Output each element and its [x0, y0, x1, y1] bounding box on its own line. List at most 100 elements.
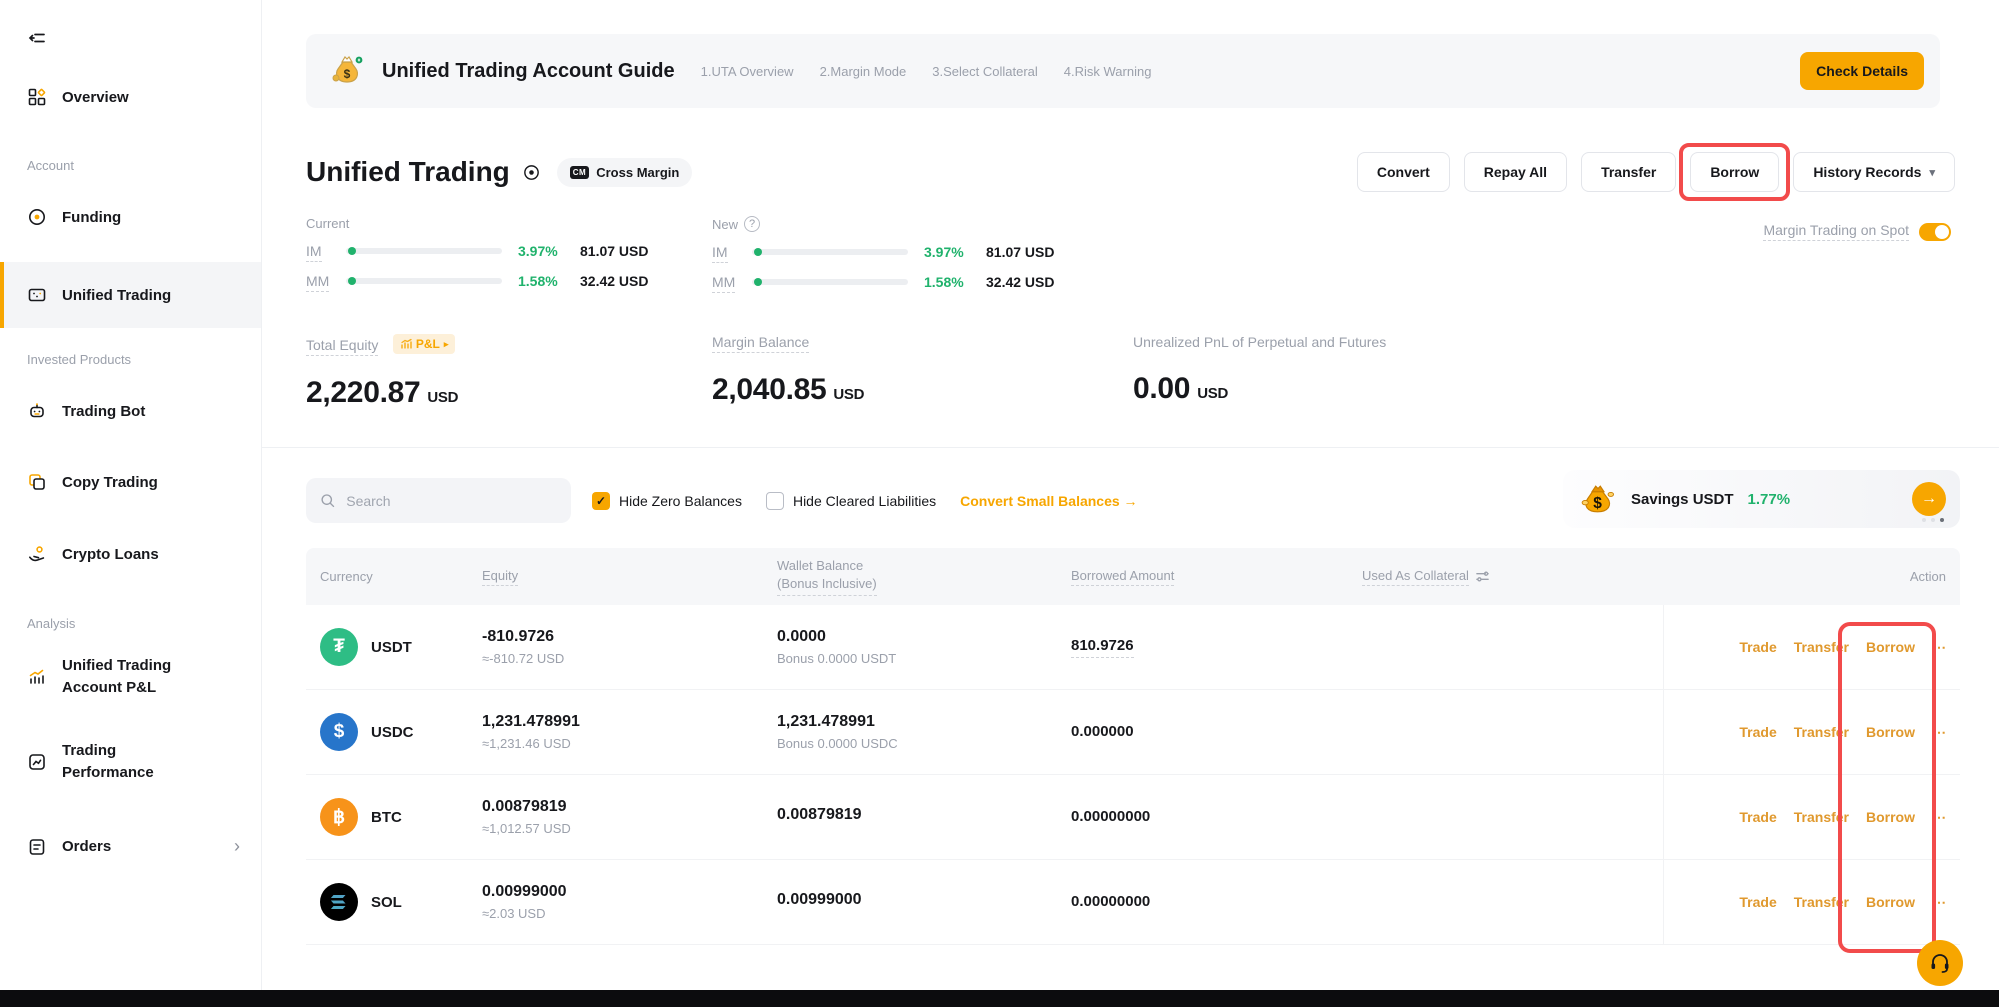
sidebar-item-unified-trading[interactable]: Unified Trading [0, 262, 261, 328]
margin-metrics: Current IM 3.97% 81.07 USD MM 1.58% 32.4… [306, 216, 1074, 292]
metrics-current: Current IM 3.97% 81.07 USD MM 1.58% 32.4… [306, 216, 668, 292]
mm-usd: 32.42 USD [986, 274, 1054, 290]
currency-symbol: USDC [371, 724, 414, 741]
chevron-right-icon: › [234, 836, 240, 857]
collapse-sidebar-icon [27, 28, 47, 48]
guide-step-1[interactable]: 1.UTA Overview [701, 64, 794, 79]
sidebar-item-copy-trading[interactable]: Copy Trading [0, 472, 261, 492]
im-usd: 81.07 USD [580, 243, 648, 259]
total-equity-value: 2,220.87USD [306, 376, 712, 410]
col-equity: Equity [482, 568, 777, 586]
im-progress-bar [752, 249, 908, 255]
sidebar-item-crypto-loans[interactable]: Crypto Loans [0, 544, 261, 564]
transfer-link[interactable]: Transfer [1794, 639, 1849, 655]
account-totals: Total Equity P&L ▸ 2,220.87USD Margin Ba… [306, 334, 1386, 410]
unrealized-pnl-block: Unrealized PnL of Perpetual and Futures … [1133, 334, 1386, 410]
mm-progress-bar [752, 279, 908, 285]
current-im-row: IM 3.97% 81.07 USD [306, 241, 668, 261]
trade-link[interactable]: Trade [1739, 639, 1776, 655]
unrealized-pnl-value: 0.00USD [1133, 372, 1386, 406]
help-icon[interactable]: ? [744, 216, 760, 232]
money-bag-icon: $ [324, 48, 370, 94]
trade-link[interactable]: Trade [1739, 724, 1776, 740]
action-column-divider [1663, 605, 1664, 945]
equity-usd: ≈2.03 USD [482, 906, 777, 921]
equity-usd: ≈1,012.57 USD [482, 821, 777, 836]
history-records-button[interactable]: History Records ▾ [1793, 152, 1955, 192]
pnl-badge[interactable]: P&L ▸ [393, 334, 456, 354]
sidebar-item-overview[interactable]: Overview [0, 87, 261, 107]
support-button[interactable] [1917, 940, 1963, 986]
borrowed-amount: 810.9726 [1071, 637, 1134, 658]
sidebar-item-uta-pnl[interactable]: Unified Trading Account P&L [0, 655, 261, 699]
metrics-new: New ? IM 3.97% 81.07 USD MM 1.58% 32.42 … [712, 216, 1074, 292]
equity-usd: ≈-810.72 USD [482, 651, 777, 666]
more-actions-icon[interactable]: ⋯ [1932, 724, 1946, 741]
guide-step-3[interactable]: 3.Select Collateral [932, 64, 1038, 79]
bonus: Bonus 0.0000 USDT [777, 651, 1071, 666]
borrow-button[interactable]: Borrow [1690, 152, 1779, 192]
sidebar-item-orders[interactable]: Orders › [0, 836, 262, 857]
more-actions-icon[interactable]: ⋯ [1932, 894, 1946, 911]
borrow-link[interactable]: Borrow [1866, 724, 1915, 740]
margin-mode-pill[interactable]: CM Cross Margin [557, 158, 693, 187]
crypto-loans-icon [27, 544, 47, 564]
sidebar-collapse-button[interactable] [0, 28, 261, 48]
repay-all-button[interactable]: Repay All [1464, 152, 1567, 192]
sidebar-item-funding[interactable]: Funding [0, 207, 261, 227]
arrow-right-icon: → [1124, 493, 1138, 509]
sidebar-item-label: Overview [62, 89, 129, 106]
transfer-link[interactable]: Transfer [1794, 809, 1849, 825]
hide-zero-balances-checkbox[interactable]: ✓ Hide Zero Balances [592, 492, 742, 510]
active-indicator [0, 262, 4, 328]
search-input[interactable] [344, 492, 557, 510]
transfer-button[interactable]: Transfer [1581, 152, 1676, 192]
equity-value: -810.9726 [482, 628, 777, 646]
carousel-dots[interactable] [1922, 518, 1944, 522]
caret-down-icon: ▾ [1929, 166, 1935, 179]
transfer-link[interactable]: Transfer [1794, 724, 1849, 740]
savings-title: Savings USDT [1631, 491, 1734, 508]
savings-banner[interactable]: $ Savings USDT 1.77% → [1563, 470, 1960, 528]
guide-step-4[interactable]: 4.Risk Warning [1064, 64, 1152, 79]
more-actions-icon[interactable]: ⋯ [1932, 639, 1946, 656]
borrowed-amount: 0.000000 [1071, 723, 1134, 740]
sidebar-section-account: Account [27, 158, 74, 173]
eye-icon[interactable] [522, 163, 541, 182]
sidebar-item-label: Orders [62, 838, 111, 855]
convert-small-balances-link[interactable]: Convert Small Balances → [960, 493, 1137, 509]
borrow-link[interactable]: Borrow [1866, 809, 1915, 825]
hide-zero-balances-label: Hide Zero Balances [619, 493, 742, 509]
equity-value: 1,231.478991 [482, 713, 777, 731]
hide-cleared-liabilities-checkbox[interactable]: Hide Cleared Liabilities [766, 492, 936, 510]
margin-trading-toggle[interactable] [1919, 223, 1951, 241]
margin-balance-block: Margin Balance 2,040.85USD [712, 334, 1133, 410]
usdt-coin-icon: ₮ [320, 628, 358, 666]
mm-progress-bar [346, 278, 502, 284]
col-used-as-collateral: Used As Collateral [1362, 568, 1650, 586]
borrow-link[interactable]: Borrow [1866, 639, 1915, 655]
mm-percent: 1.58% [518, 273, 580, 289]
guide-step-2[interactable]: 2.Margin Mode [820, 64, 907, 79]
trade-link[interactable]: Trade [1739, 809, 1776, 825]
sidebar-section-analysis: Analysis [27, 616, 75, 631]
collateral-settings-icon[interactable] [1475, 569, 1490, 584]
wallet-balance: 1,231.478991 [777, 713, 1071, 731]
check-details-button[interactable]: Check Details [1800, 52, 1924, 90]
transfer-link[interactable]: Transfer [1794, 894, 1849, 910]
sidebar-item-trading-bot[interactable]: Trading Bot [0, 401, 261, 421]
more-actions-icon[interactable]: ⋯ [1932, 809, 1946, 826]
section-divider [262, 447, 1999, 448]
table-header: Currency Equity Wallet Balance (Bonus In… [306, 548, 1960, 605]
im-usd: 81.07 USD [986, 244, 1054, 260]
sidebar-item-trading-performance[interactable]: Trading Performance [0, 740, 261, 784]
savings-arrow-button[interactable]: → [1912, 482, 1946, 516]
table-row-btc: ฿BTC 0.00879819≈1,012.57 USD 0.00879819 … [306, 775, 1960, 860]
convert-button[interactable]: Convert [1357, 152, 1450, 192]
copy-trading-icon [27, 472, 47, 492]
bonus: Bonus 0.0000 USDC [777, 736, 1071, 751]
borrow-link[interactable]: Borrow [1866, 894, 1915, 910]
funding-icon [27, 207, 47, 227]
sidebar-item-label: Unified Trading [62, 287, 171, 304]
trade-link[interactable]: Trade [1739, 894, 1776, 910]
